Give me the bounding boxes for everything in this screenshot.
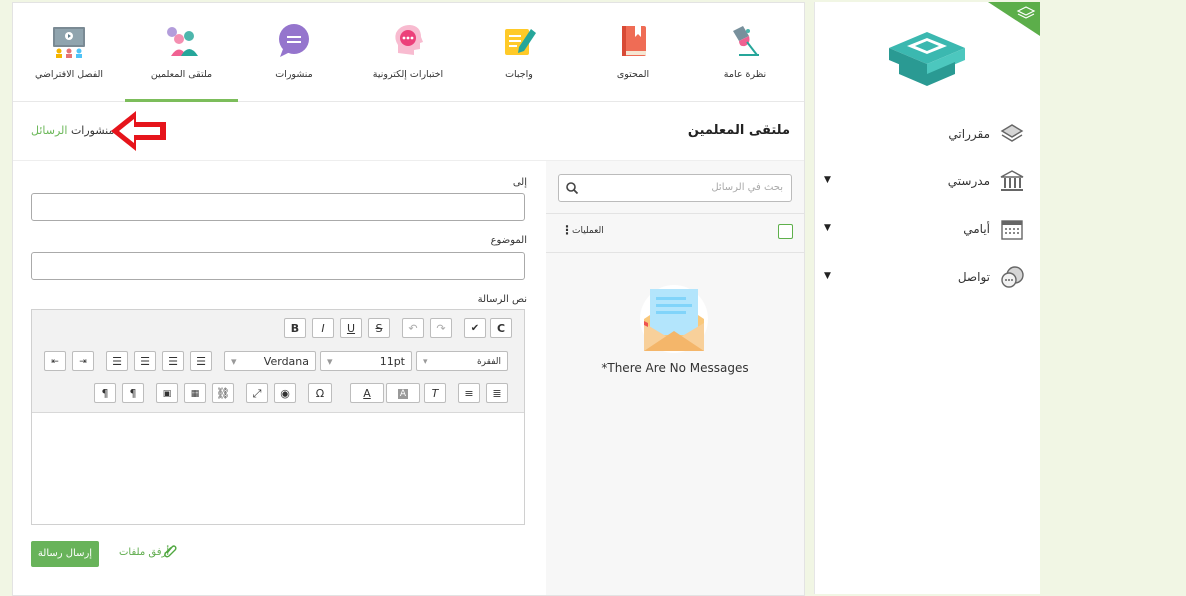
search-icon [566, 182, 579, 195]
italic-button[interactable]: I [312, 318, 334, 338]
to-label: إلى [512, 177, 527, 188]
clear-format-button[interactable]: C [490, 318, 512, 338]
tab-assignments[interactable]: واجبات [481, 3, 557, 101]
search-input[interactable]: بحث في الرسائل [558, 174, 792, 202]
overview-lamp-icon [733, 26, 759, 56]
posts-icon [279, 24, 309, 57]
rtl-paragraph-icon[interactable]: ¶ [94, 383, 116, 403]
sidebar-item-label: أيامي [963, 222, 990, 236]
breadcrumb: منشورات الرسائل [27, 124, 114, 137]
outdent-icon[interactable]: ⇤ [44, 351, 66, 371]
attach-files-link[interactable]: أرفق ملفات [119, 547, 169, 558]
check-icon[interactable]: ✔ [464, 318, 486, 338]
numbered-list-icon[interactable]: ≡ [458, 383, 480, 403]
tab-label: نظرة عامة [723, 69, 767, 80]
undo-icon[interactable]: ↶ [402, 318, 424, 338]
sidebar-item-label: مقرراتي [948, 127, 990, 141]
chat-bubbles-icon [1001, 266, 1024, 288]
virtual-classroom-icon [53, 27, 85, 58]
ltr-paragraph-icon[interactable]: ¶ [122, 383, 144, 403]
subject-field[interactable] [31, 252, 525, 280]
search-placeholder: بحث في الرسائل [711, 182, 783, 193]
fullscreen-icon[interactable]: ⤢ [246, 383, 268, 403]
send-message-button[interactable]: إرسال رسالة [31, 541, 99, 567]
paragraph-value: الفقرة [476, 357, 501, 367]
preview-eye-icon[interactable]: ◉ [274, 383, 296, 403]
font-family-value: Verdana [263, 355, 309, 368]
sidebar-item-communication[interactable]: تواصل ▼ [824, 265, 1024, 293]
layers-icon [1000, 124, 1024, 142]
bold-button[interactable]: B [284, 318, 306, 338]
font-family-select[interactable]: ▾ Verdana [224, 351, 316, 371]
caret-down-icon[interactable]: ▼ [824, 223, 831, 233]
tab-e-tests[interactable]: اختبارات إلكترونية [368, 3, 448, 101]
red-arrow-annotation [111, 111, 166, 151]
sidebar-item-my-school[interactable]: مدرستي ▼ [824, 169, 1024, 197]
paragraph-select[interactable]: ▾ الفقرة [416, 351, 508, 371]
remove-format-icon[interactable]: T [424, 383, 446, 403]
caret-down-icon[interactable]: ▼ [824, 271, 831, 281]
editor-toolbar: C ✔ ↷ ↶ S U I B ▾ الفقرة ▾ 11pt ▾ Verdana ☰… [32, 310, 524, 413]
page-title: ملتقى المعلمين [687, 123, 790, 138]
highlight-color-icon[interactable]: A [386, 383, 420, 403]
right-sidebar: مقرراتي مدرستي ▼ أيامي ▼ تواصل ▼ [814, 2, 1040, 594]
school-logo[interactable] [885, 30, 969, 88]
tab-label: منشورات [275, 69, 313, 80]
font-size-value: 11pt [379, 355, 405, 368]
operations-label[interactable]: العمليات [572, 226, 604, 236]
tab-label: واجبات [505, 69, 533, 80]
tab-posts[interactable]: منشورات [256, 3, 332, 101]
link-icon[interactable]: ⛓ [212, 383, 234, 403]
redo-icon[interactable]: ↷ [430, 318, 452, 338]
empty-mailbox-icon [640, 285, 708, 353]
justify-icon[interactable]: ☰ [190, 351, 212, 371]
to-field[interactable] [31, 193, 525, 221]
rich-text-editor: C ✔ ↷ ↶ S U I B ▾ الفقرة ▾ 11pt ▾ Verdana ☰… [31, 309, 525, 525]
font-size-select[interactable]: ▾ 11pt [320, 351, 412, 371]
corner-ribbon [988, 2, 1040, 36]
sidebar-item-label: مدرستي [947, 174, 990, 188]
tab-label: الفصل الافتراضي [34, 69, 104, 80]
editor-body[interactable] [32, 413, 524, 523]
caret-down-icon[interactable]: ▼ [824, 175, 831, 185]
content-book-icon [622, 26, 646, 56]
select-all-checkbox[interactable] [778, 224, 793, 239]
school-building-icon [1000, 170, 1024, 191]
tab-label: المحتوى [616, 69, 650, 80]
tab-content[interactable]: المحتوى [595, 3, 671, 101]
assignments-icon [505, 29, 536, 55]
main-panel: الفصل الافتراضي ملتقى المعلمين منشورات ا… [12, 2, 805, 596]
sidebar-item-label: تواصل [957, 270, 990, 284]
strikethrough-button[interactable]: S [368, 318, 390, 338]
empty-messages-text: *There Are No Messages [601, 361, 749, 375]
text-color-icon[interactable]: A [350, 383, 384, 403]
tab-overview[interactable]: نظرة عامة [707, 3, 783, 101]
tab-label: ملتقى المعلمين [150, 69, 213, 80]
e-tests-icon [395, 25, 423, 55]
body-label: نص الرسالة [477, 294, 527, 305]
indent-icon[interactable]: ⇥ [72, 351, 94, 371]
table-icon[interactable]: ▦ [184, 383, 206, 403]
align-right-icon[interactable]: ☰ [162, 351, 184, 371]
image-icon[interactable]: ▣ [156, 383, 178, 403]
top-tabs: الفصل الافتراضي ملتقى المعلمين منشورات ا… [13, 3, 804, 102]
sidebar-item-my-days[interactable]: أيامي ▼ [824, 217, 1024, 245]
paperclip-icon [164, 545, 177, 558]
calendar-icon [1001, 220, 1023, 240]
teachers-forum-icon [166, 27, 198, 56]
sidebar-item-my-courses[interactable]: مقرراتي [824, 122, 1024, 150]
tab-label: اختبارات إلكترونية [372, 69, 444, 80]
align-center-icon[interactable]: ☰ [134, 351, 156, 371]
bullet-list-icon[interactable]: ≣ [486, 383, 508, 403]
messages-list-panel: بحث في الرسائل ⋮ العمليات *There Are No … [546, 161, 804, 595]
special-characters-icon[interactable]: Ω [308, 383, 332, 403]
tab-teachers-forum[interactable]: ملتقى المعلمين [125, 3, 238, 102]
breadcrumb-messages[interactable]: الرسائل [31, 124, 67, 137]
tab-virtual-classroom[interactable]: الفصل الافتراضي [31, 3, 107, 101]
operations-bar: ⋮ العمليات [546, 213, 804, 253]
underline-button[interactable]: U [340, 318, 362, 338]
align-left-icon[interactable]: ☰ [106, 351, 128, 371]
subject-label: الموضوع [490, 235, 527, 246]
compose-form: إلى الموضوع نص الرسالة C ✔ ↷ ↶ S U I B ▾… [31, 161, 527, 595]
